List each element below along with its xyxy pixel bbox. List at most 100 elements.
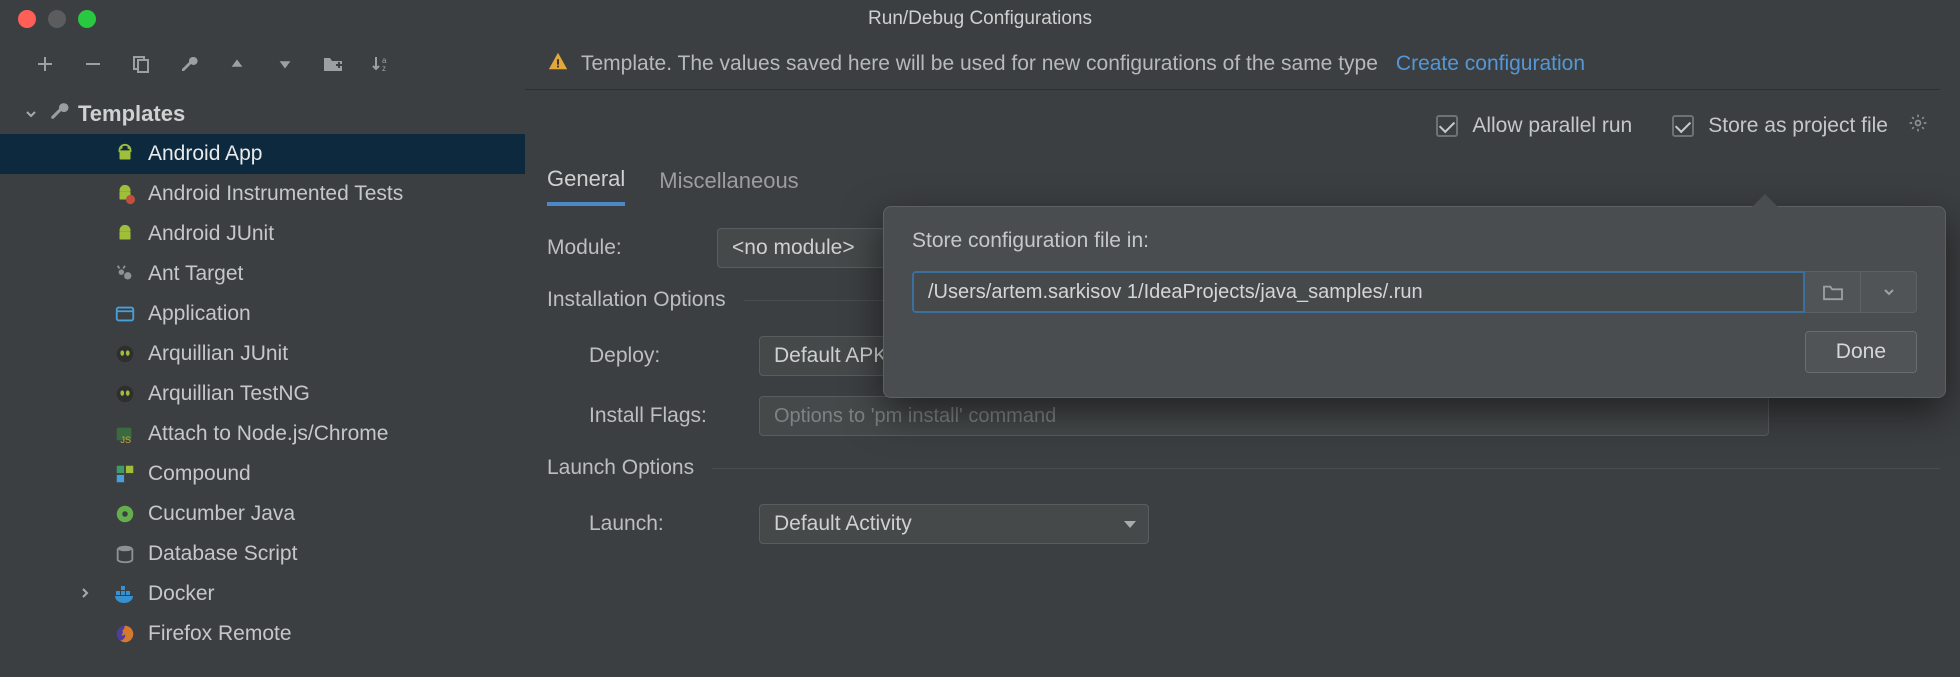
launch-select[interactable]: Default Activity bbox=[759, 504, 1149, 544]
sidebar-item-label: Android Instrumented Tests bbox=[148, 182, 403, 206]
docker-icon bbox=[112, 581, 138, 607]
select-value: Default Activity bbox=[774, 512, 912, 536]
divider bbox=[712, 468, 1940, 469]
remove-config-icon[interactable] bbox=[80, 51, 106, 77]
template-banner: Template. The values saved here will be … bbox=[525, 38, 1940, 90]
sidebar-item-label: Arquillian JUnit bbox=[148, 342, 288, 366]
store-as-project-file-checkbox[interactable]: Store as project file bbox=[1672, 113, 1928, 139]
sidebar-toolbar: az bbox=[0, 38, 525, 90]
tab-miscellaneous[interactable]: Miscellaneous bbox=[659, 168, 798, 204]
traffic-lights bbox=[0, 10, 96, 28]
sidebar-item-firefox-remote[interactable]: Firefox Remote bbox=[0, 614, 525, 654]
sidebar-item-label: Arquillian TestNG bbox=[148, 382, 310, 406]
android-icon bbox=[112, 221, 138, 247]
sidebar: az Templates Android App Android Instrum… bbox=[0, 38, 525, 677]
gear-icon[interactable] bbox=[1908, 113, 1928, 139]
android-icon bbox=[112, 141, 138, 167]
sidebar-item-application[interactable]: Application bbox=[0, 294, 525, 334]
allow-parallel-run-checkbox[interactable]: Allow parallel run bbox=[1436, 114, 1632, 138]
checkbox-label: Store as project file bbox=[1708, 114, 1888, 138]
sidebar-item-compound[interactable]: Compound bbox=[0, 454, 525, 494]
copy-config-icon[interactable] bbox=[128, 51, 154, 77]
checkbox-icon bbox=[1436, 115, 1458, 137]
top-controls: Allow parallel run Store as project file bbox=[525, 90, 1940, 162]
banner-text: Template. The values saved here will be … bbox=[581, 52, 1378, 76]
select-value: <no module> bbox=[732, 236, 855, 260]
install-flags-label: Install Flags: bbox=[589, 404, 737, 428]
section-title: Installation Options bbox=[547, 288, 726, 312]
window-title: Run/Debug Configurations bbox=[868, 8, 1092, 30]
sidebar-item-cucumber[interactable]: Cucumber Java bbox=[0, 494, 525, 534]
sidebar-item-arquillian-testng[interactable]: Arquillian TestNG bbox=[0, 374, 525, 414]
arquillian-icon bbox=[112, 341, 138, 367]
titlebar: Run/Debug Configurations bbox=[0, 0, 1960, 38]
launch-options-header: Launch Options bbox=[547, 456, 1940, 480]
new-folder-icon[interactable] bbox=[320, 51, 346, 77]
sidebar-item-android-junit[interactable]: Android JUnit bbox=[0, 214, 525, 254]
sidebar-item-label: Android App bbox=[148, 142, 262, 166]
browse-folder-button[interactable] bbox=[1805, 271, 1861, 313]
ant-icon bbox=[112, 261, 138, 287]
config-path-input[interactable] bbox=[912, 271, 1805, 313]
chevron-down-icon bbox=[1124, 521, 1136, 528]
module-label: Module: bbox=[547, 236, 695, 260]
tab-general[interactable]: General bbox=[547, 166, 625, 206]
history-dropdown-button[interactable] bbox=[1861, 271, 1917, 313]
templates-label: Templates bbox=[78, 101, 185, 127]
zoom-window-button[interactable] bbox=[78, 10, 96, 28]
store-config-popover: Store configuration file in: Done bbox=[883, 206, 1946, 398]
sidebar-item-docker[interactable]: Docker bbox=[0, 574, 525, 614]
checkbox-icon bbox=[1672, 115, 1694, 137]
cucumber-icon bbox=[112, 501, 138, 527]
sidebar-item-label: Android JUnit bbox=[148, 222, 274, 246]
sidebar-item-label: Docker bbox=[148, 582, 215, 606]
sidebar-item-label: Attach to Node.js/Chrome bbox=[148, 422, 388, 446]
sidebar-item-arquillian-junit[interactable]: Arquillian JUnit bbox=[0, 334, 525, 374]
node-icon: JS bbox=[112, 421, 138, 447]
sidebar-item-attach-node[interactable]: JS Attach to Node.js/Chrome bbox=[0, 414, 525, 454]
sidebar-item-label: Ant Target bbox=[148, 262, 243, 286]
wrench-icon bbox=[48, 100, 70, 128]
sidebar-item-android-instrumented[interactable]: Android Instrumented Tests bbox=[0, 174, 525, 214]
tabs: General Miscellaneous bbox=[525, 162, 1940, 210]
main-split: az Templates Android App Android Instrum… bbox=[0, 38, 1960, 677]
sidebar-item-android-app[interactable]: Android App bbox=[0, 134, 525, 174]
done-button[interactable]: Done bbox=[1805, 331, 1917, 373]
sidebar-item-label: Firefox Remote bbox=[148, 622, 292, 646]
move-down-icon[interactable] bbox=[272, 51, 298, 77]
launch-label: Launch: bbox=[589, 512, 737, 536]
minimize-window-button[interactable] bbox=[48, 10, 66, 28]
install-flags-row: Install Flags: bbox=[547, 396, 1940, 436]
deploy-label: Deploy: bbox=[589, 344, 737, 368]
create-configuration-link[interactable]: Create configuration bbox=[1396, 52, 1585, 76]
add-config-icon[interactable] bbox=[32, 51, 58, 77]
sidebar-item-label: Application bbox=[148, 302, 251, 326]
chevron-right-icon bbox=[78, 582, 92, 606]
sort-alpha-icon[interactable]: az bbox=[368, 51, 394, 77]
wrench-icon[interactable] bbox=[176, 51, 202, 77]
popover-input-row bbox=[912, 271, 1917, 313]
chevron-down-icon bbox=[22, 107, 40, 121]
launch-row: Launch: Default Activity bbox=[547, 504, 1940, 544]
android-icon bbox=[112, 181, 138, 207]
templates-group[interactable]: Templates bbox=[0, 94, 525, 134]
sidebar-item-label: Cucumber Java bbox=[148, 502, 295, 526]
arquillian-icon bbox=[112, 381, 138, 407]
svg-text:JS: JS bbox=[120, 435, 131, 445]
svg-text:z: z bbox=[382, 64, 386, 73]
sidebar-item-database-script[interactable]: Database Script bbox=[0, 534, 525, 574]
section-title: Launch Options bbox=[547, 456, 694, 480]
popover-title: Store configuration file in: bbox=[912, 229, 1917, 253]
database-icon bbox=[112, 541, 138, 567]
application-icon bbox=[112, 301, 138, 327]
select-value: Default APK bbox=[774, 344, 887, 368]
content-pane: Template. The values saved here will be … bbox=[525, 38, 1960, 677]
move-up-icon[interactable] bbox=[224, 51, 250, 77]
firefox-icon bbox=[112, 621, 138, 647]
warning-icon bbox=[547, 50, 569, 78]
install-flags-input[interactable] bbox=[759, 396, 1769, 436]
config-tree: Templates Android App Android Instrument… bbox=[0, 90, 525, 677]
sidebar-item-ant-target[interactable]: Ant Target bbox=[0, 254, 525, 294]
close-window-button[interactable] bbox=[18, 10, 36, 28]
sidebar-item-label: Compound bbox=[148, 462, 251, 486]
